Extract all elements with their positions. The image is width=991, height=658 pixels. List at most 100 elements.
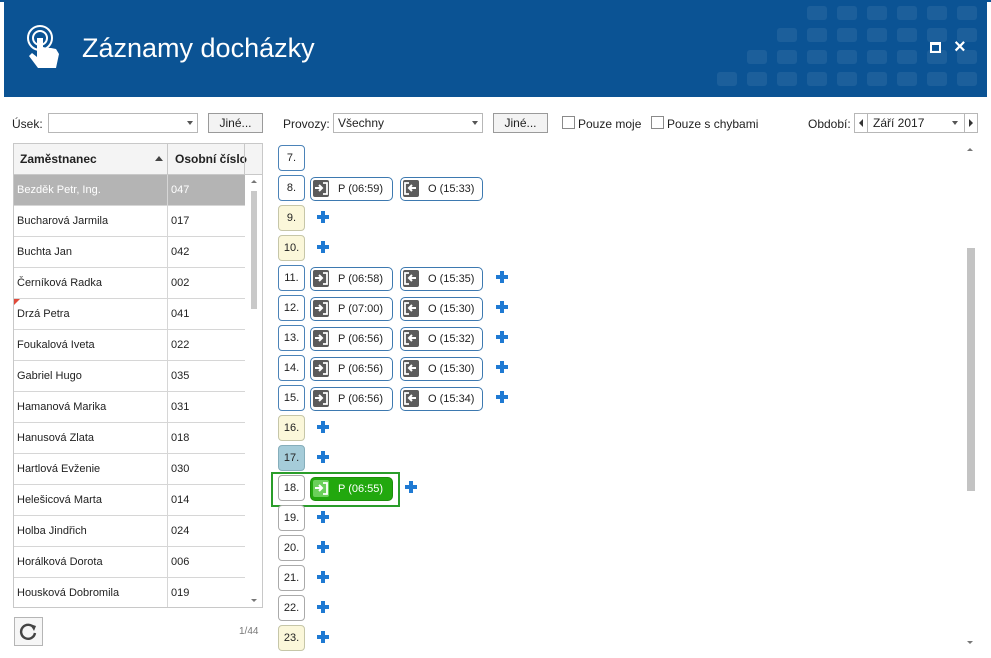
day-number[interactable]: 12. <box>278 295 305 321</box>
arrival-record[interactable]: P (06:58) <box>310 267 393 291</box>
day-number[interactable]: 9. <box>278 205 305 231</box>
scroll-down-icon[interactable] <box>967 641 973 644</box>
add-record-icon[interactable] <box>316 600 330 614</box>
table-row[interactable]: Buchta Jan 042 <box>14 237 245 268</box>
add-record-icon[interactable] <box>495 330 509 344</box>
period-prev-button[interactable] <box>855 114 868 132</box>
table-row[interactable]: Helešicová Marta 014 <box>14 485 245 516</box>
arrival-record[interactable]: P (06:56) <box>310 327 393 351</box>
add-record-icon[interactable] <box>316 420 330 434</box>
day-number[interactable]: 7. <box>278 145 305 171</box>
provozy-other-button[interactable]: Jiné... <box>493 113 548 133</box>
day-number[interactable]: 19. <box>278 505 305 531</box>
column-separator <box>167 268 168 299</box>
add-record-icon[interactable] <box>495 300 509 314</box>
pouze-chyby-checkbox[interactable] <box>651 116 664 129</box>
day-number[interactable]: 15. <box>278 385 305 411</box>
arrival-icon <box>313 360 329 377</box>
day-number[interactable]: 22. <box>278 595 305 621</box>
day-row: 7. <box>278 144 968 174</box>
grid-scrollbar[interactable] <box>247 175 262 607</box>
add-record-icon[interactable] <box>316 540 330 554</box>
day-number[interactable]: 10. <box>278 235 305 261</box>
app-header: Záznamy docházky × <box>4 0 987 97</box>
day-row: 21. <box>278 564 968 594</box>
add-record-icon[interactable] <box>316 510 330 524</box>
table-row[interactable]: Hanusová Zlata 018 <box>14 423 245 454</box>
close-icon[interactable]: × <box>954 36 966 58</box>
column-header-number[interactable]: Osobní číslo <box>175 152 247 166</box>
day-records: 7. 8. P (06:59) O (15:33) 9. 10. 11. P (06:58) O… <box>271 144 968 654</box>
refresh-button[interactable] <box>14 617 43 646</box>
column-header-employee[interactable]: Zaměstnanec <box>20 152 97 166</box>
arrival-record[interactable]: P (07:00) <box>310 297 393 321</box>
day-number[interactable]: 21. <box>278 565 305 591</box>
departure-record[interactable]: O (15:35) <box>400 267 483 291</box>
add-record-icon[interactable] <box>316 450 330 464</box>
period-selector[interactable]: Září 2017 <box>854 113 978 133</box>
day-number[interactable]: 8. <box>278 175 305 201</box>
departure-record[interactable]: O (15:32) <box>400 327 483 351</box>
pouze-moje-checkbox[interactable] <box>562 116 575 129</box>
table-row[interactable]: Holba Jindřich 024 <box>14 516 245 547</box>
day-number[interactable]: 13. <box>278 325 305 351</box>
sort-ascending-icon <box>155 156 163 161</box>
table-row[interactable]: Foukalová Iveta 022 <box>14 330 245 361</box>
records-scrollbar[interactable] <box>963 143 979 649</box>
employee-number: 017 <box>171 215 190 227</box>
scroll-up-icon[interactable] <box>967 148 973 151</box>
day-row: 22. <box>278 594 968 624</box>
departure-record[interactable]: O (15:30) <box>400 297 483 321</box>
add-record-icon[interactable] <box>495 270 509 284</box>
arrival-record[interactable]: P (06:56) <box>310 387 393 411</box>
add-record-icon[interactable] <box>404 480 418 494</box>
provozy-combo[interactable]: Všechny <box>333 113 483 133</box>
table-row[interactable]: Drzá Petra 041 <box>14 299 245 330</box>
table-row[interactable]: Bezděk Petr, Ing. 047 <box>14 175 245 206</box>
table-row[interactable]: Bucharová Jarmila 017 <box>14 206 245 237</box>
period-next-button[interactable] <box>964 114 977 132</box>
arrival-record[interactable]: P (06:59) <box>310 177 393 201</box>
day-row: 10. <box>278 234 968 264</box>
employee-name: Bucharová Jarmila <box>17 215 109 227</box>
scroll-down-icon[interactable] <box>251 599 257 602</box>
table-row[interactable]: Housková Dobromila 019 <box>14 578 245 607</box>
departure-record[interactable]: O (15:33) <box>400 177 483 201</box>
departure-record[interactable]: O (15:30) <box>400 357 483 381</box>
table-row[interactable]: Černíková Radka 002 <box>14 268 245 299</box>
employee-name: Bezděk Petr, Ing. <box>17 184 101 196</box>
day-number[interactable]: 17. <box>278 445 305 471</box>
employee-name: Foukalová Iveta <box>17 339 95 351</box>
scrollbar-thumb[interactable] <box>251 191 257 309</box>
departure-record[interactable]: O (15:34) <box>400 387 483 411</box>
day-number[interactable]: 18. <box>278 475 305 501</box>
day-number[interactable]: 23. <box>278 625 305 651</box>
maximize-icon[interactable] <box>930 42 941 53</box>
day-number[interactable]: 16. <box>278 415 305 441</box>
arrival-record[interactable]: P (06:55) <box>310 477 393 501</box>
add-record-icon[interactable] <box>316 240 330 254</box>
usek-other-button[interactable]: Jiné... <box>208 113 263 133</box>
table-row[interactable]: Gabriel Hugo 035 <box>14 361 245 392</box>
employee-grid: Zaměstnanec Osobní číslo Bezděk Petr, In… <box>13 143 263 608</box>
day-number[interactable]: 20. <box>278 535 305 561</box>
departure-icon <box>403 300 419 317</box>
add-record-icon[interactable] <box>495 360 509 374</box>
day-row: 23. <box>278 624 968 654</box>
table-row[interactable]: Hamanová Marika 031 <box>14 392 245 423</box>
scroll-up-icon[interactable] <box>251 180 257 183</box>
table-row[interactable]: Hartlová Evženie 030 <box>14 454 245 485</box>
usek-combo[interactable] <box>48 113 198 133</box>
add-record-icon[interactable] <box>316 630 330 644</box>
table-row[interactable]: Horálková Dorota 006 <box>14 547 245 578</box>
column-separator <box>167 361 168 392</box>
employee-number: 041 <box>171 308 190 320</box>
arrival-record[interactable]: P (06:56) <box>310 357 393 381</box>
add-record-icon[interactable] <box>495 390 509 404</box>
employee-number: 042 <box>171 246 190 258</box>
day-number[interactable]: 11. <box>278 265 305 291</box>
add-record-icon[interactable] <box>316 570 330 584</box>
day-number[interactable]: 14. <box>278 355 305 381</box>
add-record-icon[interactable] <box>316 210 330 224</box>
scrollbar-thumb[interactable] <box>967 248 975 491</box>
